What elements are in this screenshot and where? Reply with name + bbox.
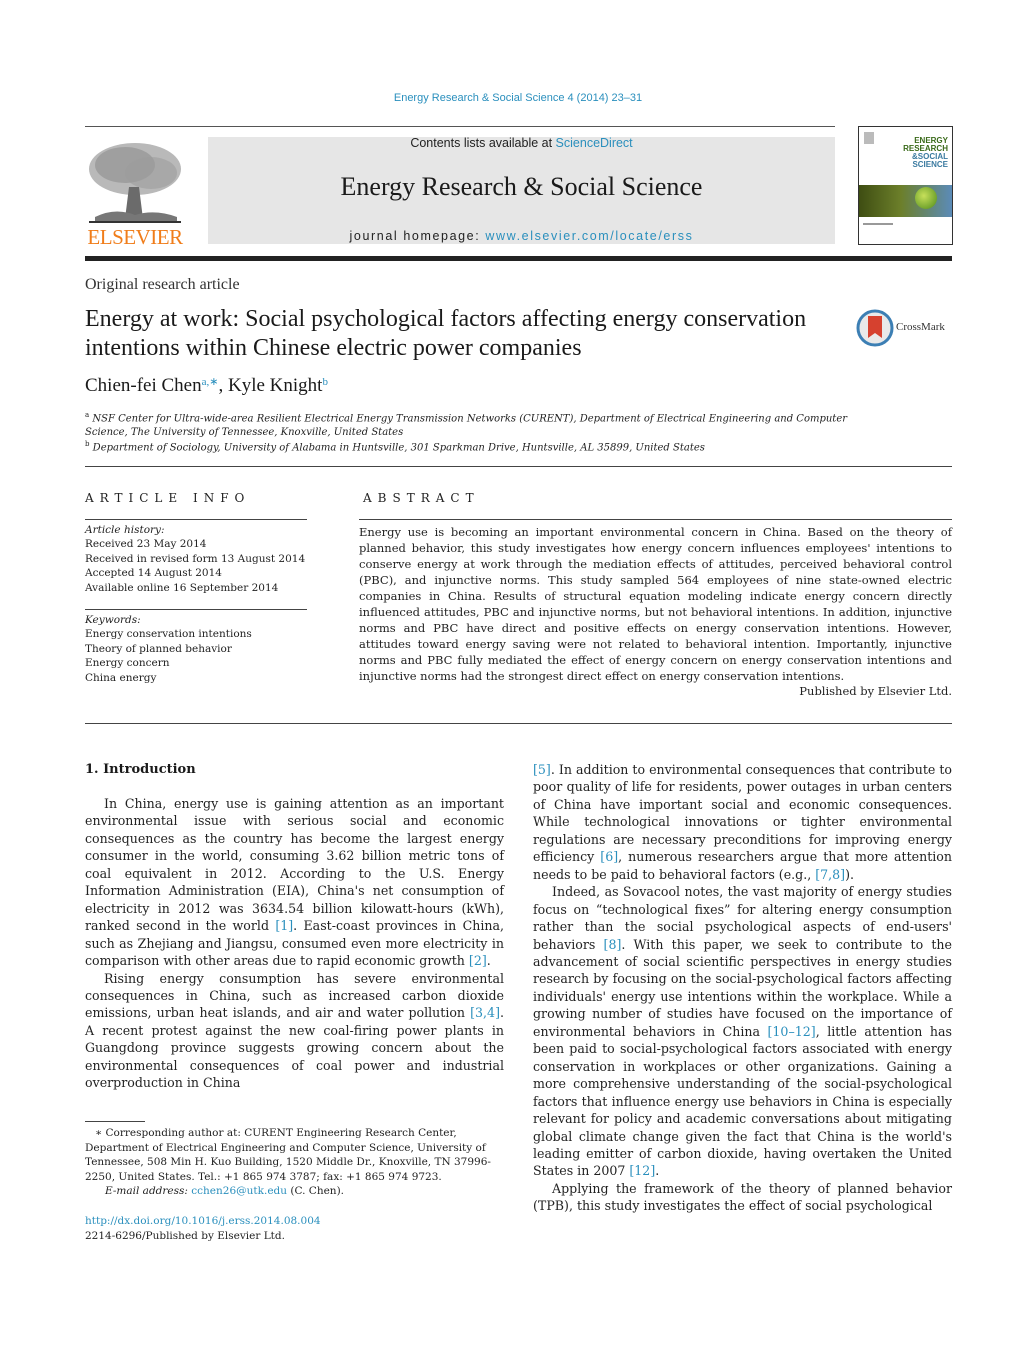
body-text: . [655, 1163, 660, 1179]
body-right-column: [5]. In addition to environmental conseq… [533, 761, 952, 1215]
email-link[interactable]: cchen26@utk.edu [191, 1185, 287, 1197]
reference-link[interactable]: [3,4] [470, 1005, 500, 1020]
keyword: China energy [85, 671, 157, 684]
history-item: Received in revised form 13 August 2014 [85, 552, 306, 565]
body-text: Rising energy consumption has severe env… [85, 970, 504, 1021]
crossmark-icon [856, 309, 894, 347]
reference-link[interactable]: [8] [604, 937, 622, 952]
cover-caption [863, 223, 893, 225]
affiliation-text: NSF Center for Ultra-wide-area Resilient… [85, 413, 848, 439]
crossmark-badge[interactable]: CrossMark [856, 309, 956, 349]
body-text: . [486, 953, 491, 969]
affiliation-a: a NSF Center for Ultra-wide-area Resilie… [85, 408, 865, 440]
history-item: Available online 16 September 2014 [85, 581, 279, 594]
cover-title: ENERGY RESEARCH &SOCIAL SCIENCE [903, 137, 948, 169]
doi-link[interactable]: http://dx.doi.org/10.1016/j.erss.2014.08… [85, 1215, 321, 1227]
header-thick-rule [85, 256, 952, 261]
keyword: Theory of planned behavior [85, 642, 232, 655]
doi-block: http://dx.doi.org/10.1016/j.erss.2014.08… [85, 1214, 505, 1243]
cover-logo-icon [864, 132, 874, 144]
issn-line: 2214-6296/Published by Elsevier Ltd. [85, 1229, 285, 1242]
body-paragraph: [5]. In addition to environmental conseq… [533, 761, 952, 883]
affiliation-b: b Department of Sociology, University of… [85, 437, 865, 455]
journal-title: Energy Research & Social Science [340, 172, 703, 201]
article-info-rule [85, 519, 307, 520]
history-item: Accepted 14 August 2014 [85, 567, 222, 580]
author-list: Chien-fei Chena,∗, Kyle Knightb [85, 375, 328, 397]
elsevier-logo[interactable]: ELSEVIER [85, 137, 185, 249]
abstract-text: Energy use is becoming an important envi… [359, 525, 952, 683]
history-label: Article history: [85, 524, 165, 536]
title-block-rule [85, 466, 952, 467]
email-suffix: (C. Chen). [287, 1185, 345, 1197]
contents-prefix: Contents lists available at [410, 136, 556, 150]
cover-globe-icon [915, 187, 937, 209]
reference-link[interactable]: [1] [275, 918, 293, 933]
body-text: Applying the framework of the theory of … [533, 1180, 952, 1214]
abstract-rule [359, 519, 952, 520]
abstract-heading: ABSTRACT [363, 491, 480, 505]
homepage-prefix: journal homepage: [349, 229, 486, 243]
keywords-label: Keywords: [85, 614, 141, 626]
body-paragraph: Applying the framework of the theory of … [533, 1180, 952, 1215]
corresponding-author-footnote: ∗ Corresponding author at: CURENT Engine… [85, 1126, 505, 1199]
reference-link[interactable]: [2] [469, 953, 487, 968]
article-history: Article history: Received 23 May 2014 Re… [85, 523, 310, 595]
article-type: Original research article [85, 276, 240, 293]
affiliation-mark: b [85, 440, 90, 448]
keywords: Keywords: Energy conservation intentions… [85, 613, 310, 685]
author-marks[interactable]: b [322, 376, 328, 388]
keywords-rule [85, 609, 307, 610]
article-info-heading: ARTICLE INFO [85, 491, 251, 505]
homepage-link[interactable]: www.elsevier.com/locate/erss [485, 229, 693, 243]
footnote-rule [85, 1121, 145, 1122]
reference-link[interactable]: [5] [533, 762, 551, 777]
reference-link[interactable]: [6] [600, 849, 618, 864]
journal-cover-thumbnail[interactable]: ENERGY RESEARCH &SOCIAL SCIENCE [858, 126, 953, 245]
affiliation-text: Department of Sociology, University of A… [92, 442, 705, 454]
article-title: Energy at work: Social psychological fac… [85, 306, 807, 361]
author-separator: , [218, 375, 228, 396]
corresponding-author-text: ∗ Corresponding author at: CURENT Engine… [85, 1127, 491, 1183]
body-text: ). [845, 866, 855, 882]
contents-line: Contents lists available at ScienceDirec… [208, 136, 835, 150]
sciencedirect-link[interactable]: ScienceDirect [556, 136, 633, 150]
keyword: Energy conservation intentions [85, 628, 252, 641]
header-rule [85, 126, 835, 127]
author-name[interactable]: Chien-fei Chen [85, 375, 202, 396]
email-line: E-mail address: cchen26@utk.edu (C. Chen… [85, 1184, 505, 1199]
cover-title-line: SCIENCE [912, 160, 948, 169]
section-heading: 1. Introduction [85, 762, 196, 777]
elsevier-wordmark: ELSEVIER [87, 225, 183, 249]
author-marks[interactable]: a,∗ [202, 376, 219, 388]
body-paragraph: In China, energy use is gaining attentio… [85, 795, 504, 970]
cover-band [859, 185, 952, 217]
author-name[interactable]: Kyle Knight [228, 375, 322, 396]
body-text: , little attention has been paid to soci… [533, 1023, 952, 1179]
homepage-line: journal homepage: www.elsevier.com/locat… [208, 229, 835, 243]
body-paragraph: Indeed, as Sovacool notes, the vast majo… [533, 883, 952, 1180]
journal-citation-link[interactable]: Energy Research & Social Science 4 (2014… [0, 92, 1020, 104]
body-paragraph: Rising energy consumption has severe env… [85, 970, 504, 1092]
abstract-bottom-rule [85, 723, 952, 724]
body-left-column: In China, energy use is gaining attentio… [85, 795, 504, 1092]
crossmark-label: CrossMark [896, 321, 945, 333]
reference-link[interactable]: [7,8] [815, 867, 845, 882]
affiliation-mark: a [85, 411, 90, 419]
body-text: In China, energy use is gaining attentio… [85, 796, 504, 934]
abstract-published: Published by Elsevier Ltd. [799, 684, 952, 698]
email-label: E-mail address: [105, 1185, 192, 1197]
reference-link[interactable]: [10–12] [768, 1024, 816, 1039]
history-item: Received 23 May 2014 [85, 538, 207, 551]
keyword: Energy concern [85, 657, 170, 670]
reference-link[interactable]: [12] [629, 1163, 655, 1178]
